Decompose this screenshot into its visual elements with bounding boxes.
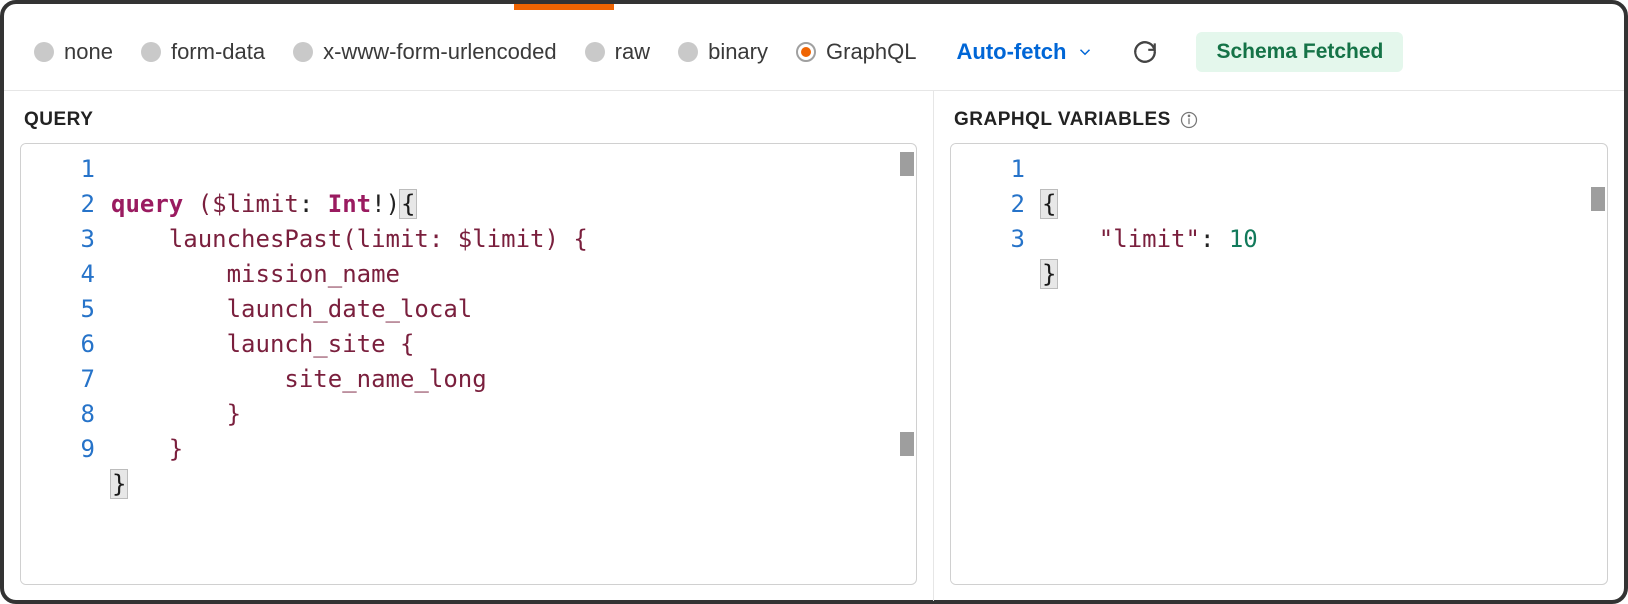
code-token: launch_site {: [111, 330, 414, 358]
info-icon[interactable]: [1179, 110, 1199, 130]
code-token: {: [1041, 190, 1057, 218]
body-type-toolbar: none form-data x-www-form-urlencoded raw…: [4, 4, 1624, 91]
code-token: :: [1200, 225, 1229, 253]
body-type-none[interactable]: none: [34, 39, 113, 65]
code-token: launch_date_local: [111, 295, 472, 323]
scrollbar-thumb[interactable]: [1591, 187, 1605, 211]
code-token: }: [111, 470, 127, 498]
variables-gutter: 123: [951, 144, 1041, 584]
radio-icon: [141, 42, 161, 62]
code-token: launchesPast(limit: $limit) {: [111, 225, 588, 253]
variables-pane-title: GRAPHQL VARIABLES: [934, 91, 1624, 137]
query-pane-title: QUERY: [4, 91, 933, 137]
code-token: }: [111, 400, 241, 428]
body-type-label: x-www-form-urlencoded: [323, 39, 557, 65]
variables-title-text: GRAPHQL VARIABLES: [954, 109, 1171, 131]
query-editor[interactable]: 123456789 query ($limit: Int!){ launches…: [20, 143, 917, 585]
radio-icon: [585, 42, 605, 62]
code-token: Int: [328, 190, 371, 218]
body-type-graphql[interactable]: GraphQL: [796, 39, 917, 65]
body-type-form-data[interactable]: form-data: [141, 39, 265, 65]
code-token: "limit": [1099, 225, 1200, 253]
query-pane: QUERY 123456789 query ($limit: Int!){ la…: [4, 91, 934, 601]
body-type-label: none: [64, 39, 113, 65]
radio-icon: [293, 42, 313, 62]
code-token: query: [111, 190, 183, 218]
code-token: ): [386, 190, 400, 218]
body-type-label: raw: [615, 39, 650, 65]
body-type-raw[interactable]: raw: [585, 39, 650, 65]
code-token: !: [371, 190, 385, 218]
active-tab-indicator: [514, 4, 614, 10]
body-type-x-www-form-urlencoded[interactable]: x-www-form-urlencoded: [293, 39, 557, 65]
code-token: :: [299, 190, 328, 218]
body-type-label: form-data: [171, 39, 265, 65]
chevron-down-icon: [1076, 43, 1094, 61]
radio-icon: [678, 42, 698, 62]
variables-editor[interactable]: 123 { "limit": 10 }: [950, 143, 1608, 585]
radio-icon: [796, 42, 816, 62]
scrollbar-thumb[interactable]: [900, 152, 914, 176]
scrollbar-thumb[interactable]: [900, 432, 914, 456]
code-token: ($limit: [183, 190, 299, 218]
variables-code[interactable]: { "limit": 10 }: [1041, 144, 1607, 584]
code-token: mission_name: [111, 260, 400, 288]
auto-fetch-dropdown[interactable]: Auto-fetch: [957, 39, 1095, 65]
auto-fetch-label: Auto-fetch: [957, 39, 1067, 65]
code-token: site_name_long: [111, 365, 487, 393]
code-token: }: [111, 435, 183, 463]
query-gutter: 123456789: [21, 144, 111, 584]
code-token: {: [400, 190, 416, 218]
refresh-icon[interactable]: [1132, 39, 1158, 65]
radio-icon: [34, 42, 54, 62]
code-token: }: [1041, 260, 1057, 288]
query-code[interactable]: query ($limit: Int!){ launchesPast(limit…: [111, 144, 916, 584]
schema-status-badge: Schema Fetched: [1196, 32, 1403, 72]
variables-pane: GRAPHQL VARIABLES 123 { "limit": 10 }: [934, 91, 1624, 601]
body-type-label: GraphQL: [826, 39, 917, 65]
code-token: 10: [1229, 225, 1258, 253]
editor-panes: QUERY 123456789 query ($limit: Int!){ la…: [4, 91, 1624, 601]
body-type-binary[interactable]: binary: [678, 39, 768, 65]
body-type-label: binary: [708, 39, 768, 65]
